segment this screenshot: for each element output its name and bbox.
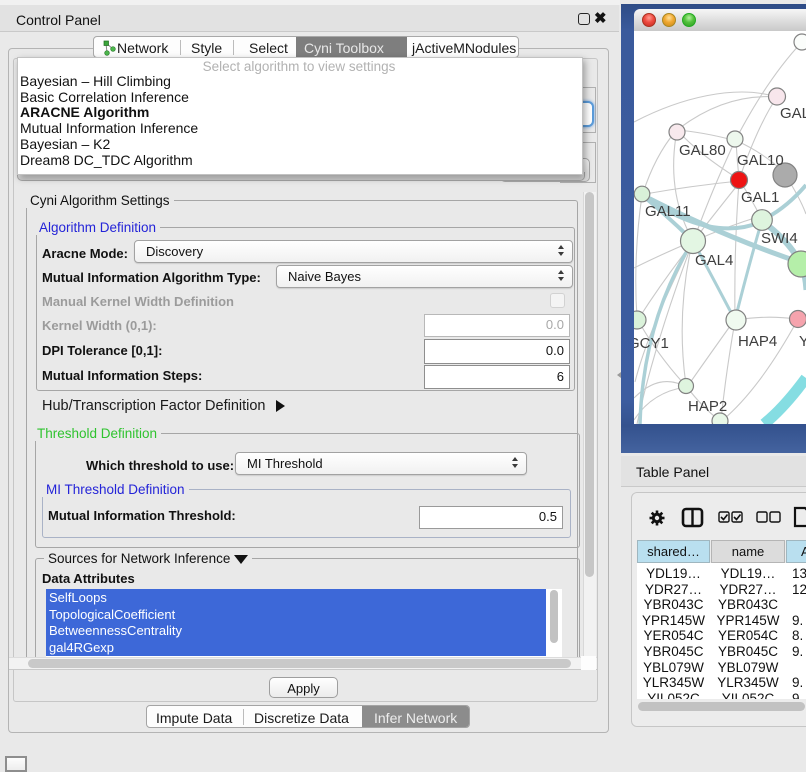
svg-text:GAL7: GAL7 xyxy=(780,105,806,122)
svg-text:GAL80: GAL80 xyxy=(679,142,726,159)
svg-text:GAL10: GAL10 xyxy=(737,152,784,169)
svg-text:GAL11: GAL11 xyxy=(645,203,691,220)
svg-text:HAP2: HAP2 xyxy=(688,398,727,415)
svg-text:GAL4: GAL4 xyxy=(695,252,733,269)
svg-text:GAL1: GAL1 xyxy=(741,189,779,206)
svg-text:HAP4: HAP4 xyxy=(738,333,777,350)
svg-text:YB: YB xyxy=(799,333,806,350)
svg-text:SWI4: SWI4 xyxy=(761,230,798,247)
svg-text:GCY1: GCY1 xyxy=(634,335,669,352)
